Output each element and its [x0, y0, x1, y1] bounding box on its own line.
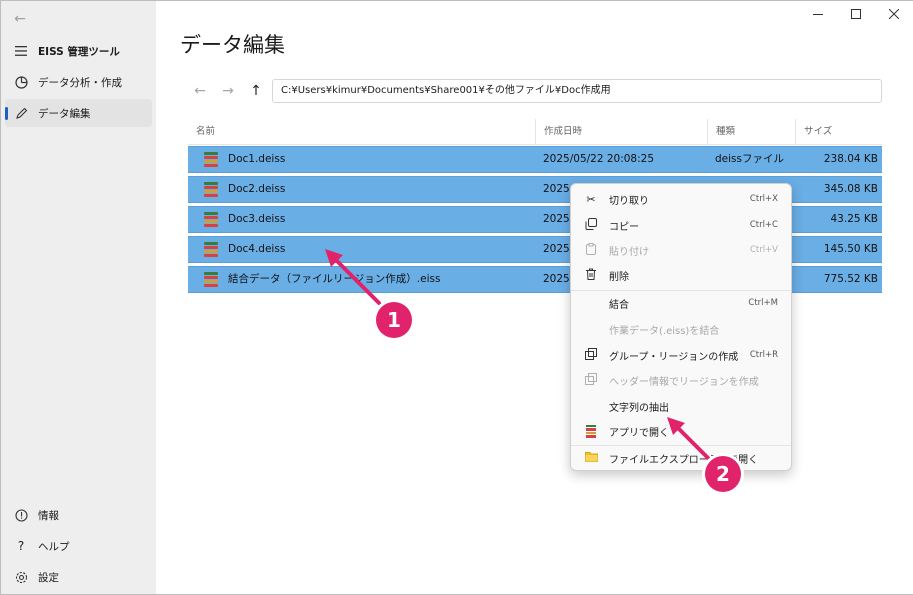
hamburger-icon[interactable]	[13, 43, 29, 59]
eiss-file-icon	[204, 212, 218, 227]
eiss-file-icon	[204, 182, 218, 197]
minimize-button[interactable]	[799, 1, 837, 27]
eiss-file-icon	[204, 242, 218, 257]
menu-item-delete[interactable]: 削除	[575, 263, 788, 287]
app-title: EISS 管理ツール	[38, 45, 120, 58]
menu-item-copy[interactable]: コピー Ctrl+C	[575, 213, 788, 237]
menu-item-open-in-app[interactable]: アプリで開く	[575, 419, 788, 443]
table-row[interactable]: Doc1.deiss 2025/05/22 20:08:25 deissファイル…	[188, 146, 882, 173]
sidebar-item-label: データ分析・作成	[38, 76, 122, 89]
file-name: 結合データ（ファイルリージョン作成）.eiss	[228, 273, 441, 285]
file-size: 145.50 KB	[823, 243, 878, 255]
group-icon	[581, 347, 601, 363]
info-icon	[13, 507, 29, 523]
file-date: 2025	[543, 183, 570, 195]
menu-item-label: 結合	[609, 299, 629, 311]
selection-indicator	[5, 107, 8, 120]
app-window: ← EISS 管理ツール データ分析・作成 データ編集 情報 ? ヘルプ 設定 …	[0, 0, 913, 595]
file-name: Doc4.deiss	[228, 243, 286, 255]
eiss-file-icon	[204, 272, 218, 287]
sidebar-item-edit[interactable]: データ編集	[5, 99, 152, 127]
sidebar-item-analysis[interactable]: データ分析・作成	[5, 68, 152, 96]
menu-item-shortcut: Ctrl+C	[749, 220, 778, 230]
column-header-name[interactable]: 名前	[188, 119, 535, 145]
menu-item-shortcut: Ctrl+X	[749, 194, 778, 204]
file-date: 2025/05/22 20:08:25	[543, 153, 655, 165]
menu-item-merge-eiss[interactable]: 作業データ(.eiss)を結合	[575, 317, 788, 341]
step-badge-2: 2	[705, 456, 741, 492]
main-content: データ編集 ← → ↑ C:¥Users¥kimur¥Documents¥Sha…	[156, 1, 913, 594]
delete-icon	[581, 268, 601, 283]
column-header-type[interactable]: 種類	[707, 119, 795, 145]
app-icon	[581, 424, 601, 438]
file-size: 775.52 KB	[823, 273, 878, 285]
chart-pie-icon	[13, 74, 29, 90]
nav-up-icon[interactable]: ↑	[246, 81, 266, 101]
sidebar-item-settings[interactable]: 設定	[5, 563, 152, 591]
close-button[interactable]	[875, 1, 913, 27]
menu-item-label: ヘッダー情報でリージョンを作成	[609, 376, 759, 388]
file-name: Doc2.deiss	[228, 183, 286, 195]
sidebar-item-label: 情報	[38, 509, 59, 522]
file-size: 43.25 KB	[830, 213, 879, 225]
copy-icon	[581, 217, 601, 233]
step-badge-1: 1	[376, 302, 412, 338]
sidebar-item-label: ヘルプ	[38, 540, 70, 553]
menu-item-label: アプリで開く	[609, 427, 669, 439]
path-input[interactable]: C:¥Users¥kimur¥Documents¥Share001¥その他ファイ…	[272, 79, 882, 103]
file-type: deissファイル	[715, 153, 784, 165]
menu-item-label: 作業データ(.eiss)を結合	[609, 325, 720, 337]
menu-item-label: ファイルエクスプローラーで開く	[609, 454, 759, 466]
menu-item-label: 貼り付け	[609, 246, 649, 258]
column-header-size[interactable]: サイズ	[795, 119, 882, 145]
menu-item-merge[interactable]: 結合 Ctrl+M	[575, 291, 788, 315]
edit-icon	[13, 105, 29, 121]
path-toolbar: ← → ↑ C:¥Users¥kimur¥Documents¥Share001¥…	[188, 79, 882, 103]
column-header-date[interactable]: 作成日時	[535, 119, 707, 145]
file-date: 2025	[543, 213, 570, 225]
file-size: 345.08 KB	[823, 183, 878, 195]
nav-forward-icon[interactable]: →	[218, 81, 238, 101]
menu-item-open-explorer[interactable]: ファイルエクスプローラーで開く	[575, 446, 788, 470]
menu-item-header-region[interactable]: ヘッダー情報でリージョンを作成	[575, 368, 788, 392]
menu-item-cut[interactable]: ✂ 切り取り Ctrl+X	[575, 187, 788, 211]
page-title: データ編集	[180, 33, 285, 57]
menu-item-shortcut: Ctrl+V	[749, 245, 778, 255]
menu-item-shortcut: Ctrl+M	[748, 298, 778, 308]
settings-icon	[13, 569, 29, 585]
menu-item-label: 文字列の抽出	[609, 402, 669, 414]
menu-item-create-group-region[interactable]: グループ・リージョンの作成 Ctrl+R	[575, 343, 788, 367]
menu-item-label: 削除	[609, 271, 629, 283]
menu-item-label: コピー	[609, 221, 639, 233]
paste-icon	[581, 242, 601, 258]
sidebar-item-label: データ編集	[38, 107, 91, 120]
maximize-button[interactable]	[837, 1, 875, 27]
back-button[interactable]: ←	[9, 9, 31, 29]
menu-item-paste[interactable]: 貼り付け Ctrl+V	[575, 238, 788, 262]
menu-item-label: グループ・リージョンの作成	[609, 351, 739, 363]
file-name: Doc3.deiss	[228, 213, 286, 225]
window-controls	[799, 1, 913, 27]
folder-icon	[581, 451, 601, 465]
app-title-row[interactable]: EISS 管理ツール	[5, 37, 152, 65]
eiss-file-icon	[204, 152, 218, 167]
menu-item-shortcut: Ctrl+R	[749, 350, 778, 360]
group-icon	[581, 372, 601, 388]
sidebar-item-help[interactable]: ? ヘルプ	[5, 532, 152, 560]
file-date: 2025	[543, 243, 570, 255]
menu-item-label: 切り取り	[609, 195, 649, 207]
file-size: 238.04 KB	[823, 153, 878, 165]
file-name: Doc1.deiss	[228, 153, 286, 165]
nav-back-icon[interactable]: ←	[190, 81, 210, 101]
sidebar-item-label: 設定	[38, 571, 59, 584]
sidebar-item-info[interactable]: 情報	[5, 501, 152, 529]
file-date: 2025	[543, 273, 570, 285]
context-menu: ✂ 切り取り Ctrl+X コピー Ctrl+C 貼り付け Ctrl+V 削除	[570, 183, 792, 471]
menu-item-extract-strings[interactable]: 文字列の抽出	[575, 394, 788, 418]
table-header: 名前 作成日時 種類 サイズ	[188, 119, 882, 145]
sidebar: ← EISS 管理ツール データ分析・作成 データ編集 情報 ? ヘルプ 設定	[1, 1, 156, 594]
cut-icon: ✂	[586, 192, 596, 206]
help-icon: ?	[17, 539, 25, 553]
